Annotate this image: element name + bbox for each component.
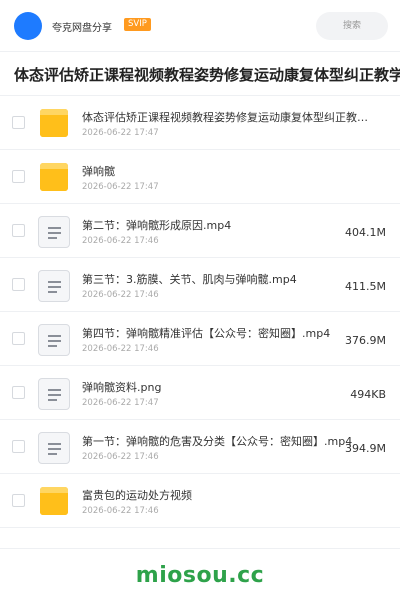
select-checkbox[interactable] [12,386,25,399]
file-row[interactable]: 富贵包的运动处方视频 2026-06-22 17:46 [0,474,400,528]
file-name: 第一节：弹响髋的危害及分类【公众号：密知圈】.mp4 [82,435,353,448]
file-row[interactable]: 体态评估矫正课程视频教程姿势修复运动康复体型纠正教… 2026-06-22 17:… [0,96,400,150]
select-checkbox[interactable] [12,224,25,237]
select-checkbox[interactable] [12,170,25,183]
file-date: 2026-06-22 17:46 [82,506,159,516]
file-name: 第四节：弹响髋精准评估【公众号：密知圈】.mp4 [82,327,331,340]
file-date: 2026-06-22 17:47 [82,182,159,192]
file-date: 2026-06-22 17:46 [82,452,159,462]
select-checkbox[interactable] [12,440,25,453]
file-date: 2026-06-22 17:46 [82,236,159,246]
file-row[interactable]: 第一节：弹响髋的危害及分类【公众号：密知圈】.mp4 2026-06-22 17:… [0,420,400,474]
folder-icon [38,108,70,138]
file-date: 2026-06-22 17:47 [82,398,159,408]
select-checkbox[interactable] [12,494,25,507]
file-size: 404.1M [345,226,386,239]
footer: miosou.cc [0,548,400,600]
file-size: 376.9M [345,334,386,347]
file-size: 394.9M [345,442,386,455]
file-icon [38,324,70,356]
file-name: 第二节：弹响髋形成原因.mp4 [82,219,232,232]
file-name: 富贵包的运动处方视频 [82,489,192,502]
file-row[interactable]: 第二节：弹响髋形成原因.mp4 2026-06-22 17:46 404.1M [0,204,400,258]
share-label: 夸克网盘分享 [52,23,112,34]
select-checkbox[interactable] [12,332,25,345]
file-row[interactable]: 弹响髋资料.png 2026-06-22 17:47 494KB [0,366,400,420]
file-date: 2026-06-22 17:46 [82,344,159,354]
title-bar: 体态评估矫正课程视频教程姿势修复运动康复体型纠正教学 [0,52,400,96]
select-checkbox[interactable] [12,278,25,291]
file-icon [38,216,70,248]
file-size: 494KB [350,388,386,401]
file-date: 2026-06-22 17:47 [82,128,159,138]
file-list: 体态评估矫正课程视频教程姿势修复运动康复体型纠正教… 2026-06-22 17:… [0,96,400,528]
folder-icon [38,486,70,516]
select-checkbox[interactable] [12,116,25,129]
watermark: miosou.cc [135,563,265,588]
svip-badge: SVIP [124,18,151,31]
file-row[interactable]: 第三节：3.筋膜、关节、肌肉与弹响髋.mp4 2026-06-22 17:46 41… [0,258,400,312]
file-name: 体态评估矫正课程视频教程姿势修复运动康复体型纠正教… [82,111,368,124]
search-input[interactable]: 搜索 [316,12,388,40]
page-title: 体态评估矫正课程视频教程姿势修复运动康复体型纠正教学 [14,66,400,84]
file-icon [38,378,70,410]
file-name: 弹响髋 [82,165,115,178]
file-row[interactable]: 第四节：弹响髋精准评估【公众号：密知圈】.mp4 2026-06-22 17:46… [0,312,400,366]
file-date: 2026-06-22 17:46 [82,290,159,300]
folder-icon [38,162,70,192]
avatar[interactable] [14,12,42,40]
file-row[interactable]: 弹响髋 2026-06-22 17:47 [0,150,400,204]
file-icon [38,432,70,464]
file-icon [38,270,70,302]
file-size: 411.5M [345,280,386,293]
file-name: 第三节：3.筋膜、关节、肌肉与弹响髋.mp4 [82,273,297,286]
top-bar: 夸克网盘分享 SVIP 搜索 [0,0,400,52]
file-name: 弹响髋资料.png [82,381,162,394]
